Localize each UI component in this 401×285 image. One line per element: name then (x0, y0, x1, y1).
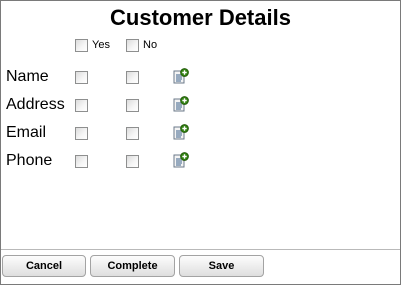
no-all-checkbox[interactable] (126, 39, 139, 52)
add-note-icon[interactable] (173, 124, 189, 140)
yes-all-checkbox[interactable] (75, 39, 88, 52)
add-note-icon[interactable] (173, 96, 189, 112)
name-no-checkbox[interactable] (126, 71, 139, 84)
add-note-icon[interactable] (173, 152, 189, 168)
email-yes-checkbox[interactable] (75, 127, 88, 140)
cancel-button[interactable]: Cancel (2, 255, 86, 277)
name-yes-checkbox[interactable] (75, 71, 88, 84)
save-button[interactable]: Save (179, 255, 264, 277)
address-yes-checkbox[interactable] (75, 99, 88, 112)
address-no-checkbox[interactable] (126, 99, 139, 112)
complete-button[interactable]: Complete (90, 255, 175, 277)
email-no-checkbox[interactable] (126, 127, 139, 140)
phone-yes-checkbox[interactable] (75, 155, 88, 168)
row-label-address: Address (6, 96, 65, 113)
page-title: Customer Details (110, 5, 291, 30)
phone-no-checkbox[interactable] (126, 155, 139, 168)
no-column-label: No (143, 39, 158, 51)
row-label-phone: Phone (6, 152, 53, 169)
add-note-icon[interactable] (173, 68, 189, 84)
yes-column-label: Yes (92, 39, 110, 51)
row-label-email: Email (6, 124, 47, 141)
row-label-name: Name (6, 68, 49, 85)
customer-details-dialog: Customer Details Yes No Name Address Ema… (0, 0, 401, 285)
footer-divider (1, 249, 400, 250)
